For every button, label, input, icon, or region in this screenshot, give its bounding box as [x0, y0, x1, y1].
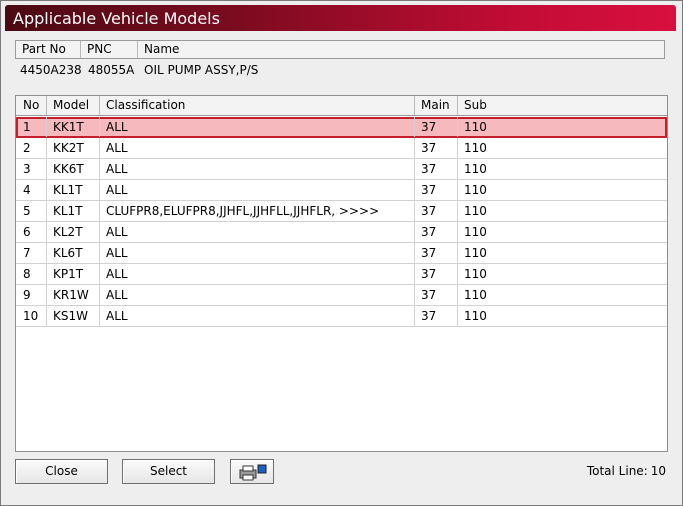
cell-sub: 110 [464, 288, 487, 302]
cell-main: 37 [415, 159, 458, 179]
part-no-value: 4450A238 [20, 63, 82, 77]
cell-model: KK6T [47, 159, 100, 179]
cell-main: 37 [415, 180, 458, 200]
part-info-header: Part No PNC Name [15, 40, 665, 59]
cell-classification: CLUFPR8,ELUFPR8,JJHFL,JJHFLL,JJHFLR, >>>… [100, 201, 415, 221]
col-header-model[interactable]: Model [47, 96, 100, 115]
col-header-no[interactable]: No [16, 96, 47, 115]
col-header-main[interactable]: Main [415, 96, 458, 115]
cell-no: 4 [16, 180, 47, 200]
cell-no: 10 [16, 306, 47, 326]
title-bar[interactable]: Applicable Vehicle Models [5, 5, 676, 31]
cell-model: KL1T [47, 201, 100, 221]
table-row[interactable]: 7 KL6T ALL 37 110 [16, 243, 667, 264]
cell-sub: 110 [464, 246, 487, 260]
cell-main: 37 [415, 138, 458, 158]
name-header: Name [144, 42, 180, 56]
table-row[interactable]: 3 KK6T ALL 37 110 [16, 159, 667, 180]
cell-main: 37 [415, 243, 458, 263]
table-row[interactable]: 5 KL1T CLUFPR8,ELUFPR8,JJHFL,JJHFLL,JJHFLR… [16, 201, 667, 222]
cell-main: 37 [415, 264, 458, 284]
pnc-header: PNC [81, 41, 138, 58]
cell-sub: 110 [464, 309, 487, 323]
cell-no: 2 [16, 138, 47, 158]
cell-classification: ALL [100, 306, 415, 326]
cell-model: KR1W [47, 285, 100, 305]
table-row[interactable]: 8 KP1T ALL 37 110 [16, 264, 667, 285]
table-row[interactable]: 6 KL2T ALL 37 110 [16, 222, 667, 243]
total-value: 10 [650, 464, 666, 478]
grid-header: No Model Classification Main Sub [16, 96, 667, 116]
cell-model: KP1T [47, 264, 100, 284]
cell-classification: ALL [100, 117, 415, 137]
cell-no: 3 [16, 159, 47, 179]
table-row[interactable]: 4 KL1T ALL 37 110 [16, 180, 667, 201]
cell-classification: ALL [100, 285, 415, 305]
cell-main: 37 [415, 201, 458, 221]
cell-classification: ALL [100, 138, 415, 158]
applicable-vehicle-models-window: Applicable Vehicle Models Part No PNC Na… [0, 0, 683, 506]
cell-model: KL6T [47, 243, 100, 263]
cell-main: 37 [415, 222, 458, 242]
select-button[interactable]: Select [122, 459, 215, 484]
pnc-value: 48055A [88, 63, 135, 77]
cell-classification: ALL [100, 243, 415, 263]
cell-sub: 110 [464, 267, 487, 281]
cell-model: KK2T [47, 138, 100, 158]
cell-sub: 110 [464, 204, 487, 218]
vehicle-models-grid[interactable]: No Model Classification Main Sub 1 KK1T AL… [15, 95, 668, 452]
part-no-header: Part No [16, 41, 81, 58]
cell-no: 5 [16, 201, 47, 221]
cell-sub: 110 [464, 162, 487, 176]
cell-classification: ALL [100, 264, 415, 284]
close-button[interactable]: Close [15, 459, 108, 484]
cell-sub: 110 [464, 120, 487, 134]
cell-main: 37 [415, 285, 458, 305]
total-label: Total Line: [586, 464, 648, 478]
cell-main: 37 [415, 117, 458, 137]
cell-no: 9 [16, 285, 47, 305]
cell-classification: ALL [100, 222, 415, 242]
cell-classification: ALL [100, 159, 415, 179]
cell-classification: ALL [100, 180, 415, 200]
cell-no: 1 [16, 117, 47, 137]
cell-model: KK1T [47, 117, 100, 137]
cell-sub: 110 [464, 141, 487, 155]
table-row[interactable]: 2 KK2T ALL 37 110 [16, 138, 667, 159]
cell-no: 7 [16, 243, 47, 263]
table-row[interactable]: 10 KS1W ALL 37 110 [16, 306, 667, 327]
cell-no: 8 [16, 264, 47, 284]
cell-main: 37 [415, 306, 458, 326]
part-name-value: OIL PUMP ASSY,P/S [144, 63, 259, 77]
cell-no: 6 [16, 222, 47, 242]
cell-model: KL1T [47, 180, 100, 200]
printer-icon [239, 464, 267, 481]
cell-sub: 110 [464, 183, 487, 197]
col-header-sub[interactable]: Sub [458, 96, 667, 115]
table-row[interactable]: 9 KR1W ALL 37 110 [16, 285, 667, 306]
print-button[interactable] [230, 459, 274, 484]
col-header-classification[interactable]: Classification [100, 96, 415, 115]
cell-model: KL2T [47, 222, 100, 242]
total-line: Total Line: 10 [584, 464, 666, 478]
cell-sub: 110 [464, 225, 487, 239]
table-row[interactable]: 1 KK1T ALL 37 110 [16, 117, 667, 138]
window-title: Applicable Vehicle Models [13, 9, 220, 28]
cell-model: KS1W [47, 306, 100, 326]
